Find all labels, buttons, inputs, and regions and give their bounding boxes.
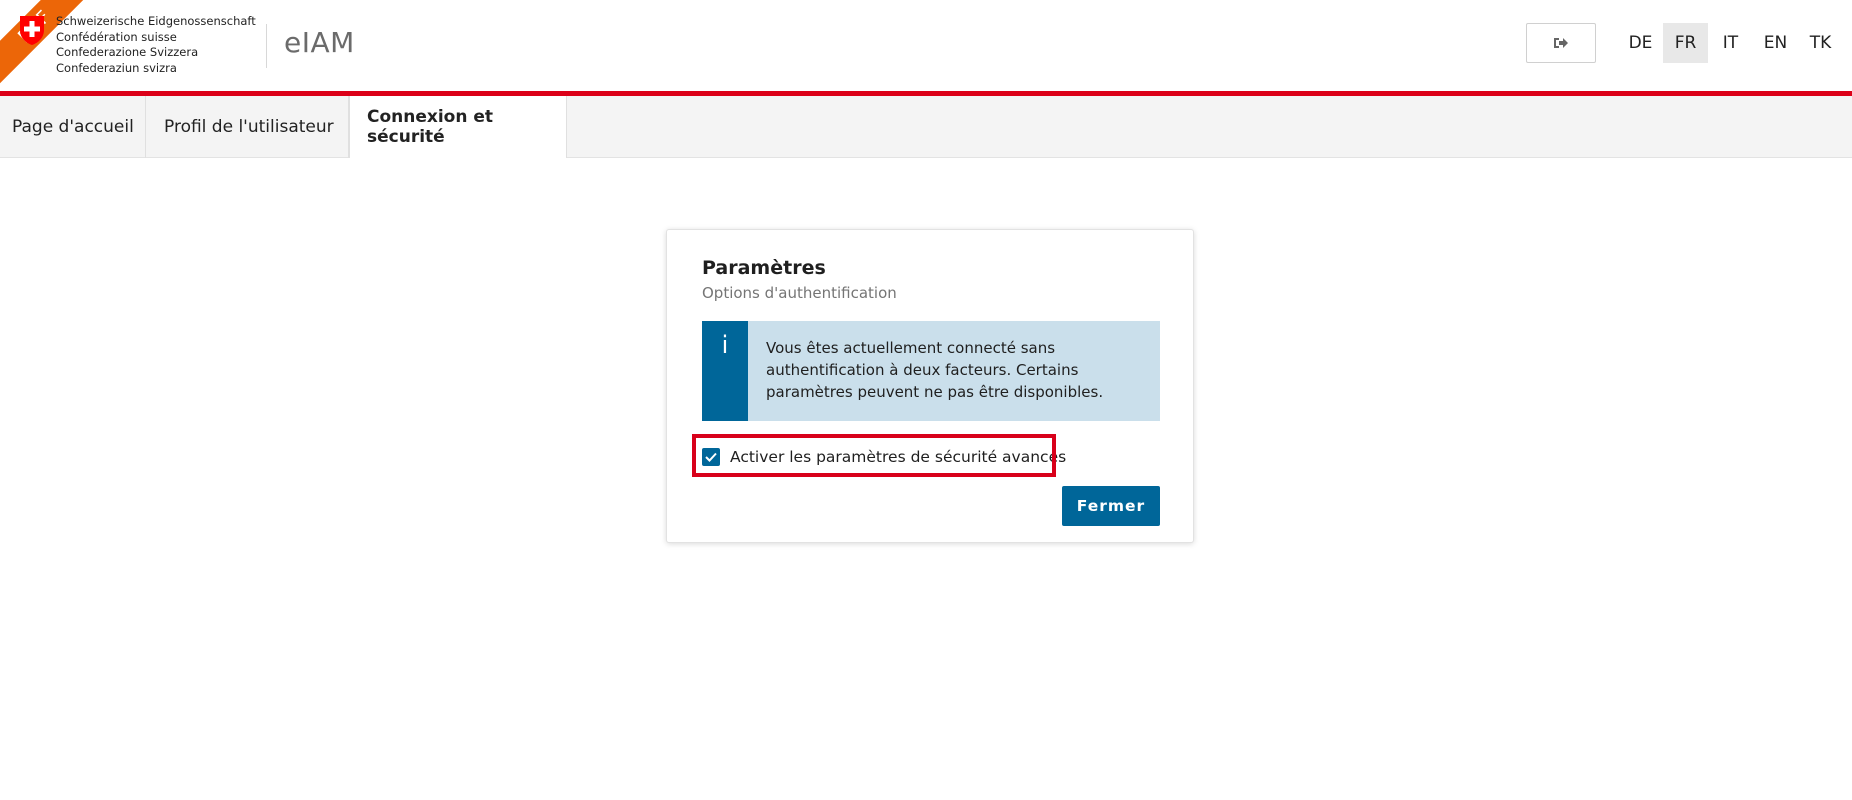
confederation-names: Schweizerische Eidgenossenschaft Confédé…: [56, 14, 256, 76]
main-navigation: Page d'accueil Profil de l'utilisateur C…: [0, 96, 1852, 158]
card-title: Paramètres: [702, 257, 826, 279]
confederation-line-fr: Confédération suisse: [56, 29, 177, 44]
tab-user-profile[interactable]: Profil de l'utilisateur: [146, 96, 349, 158]
brand-divider: [266, 24, 267, 68]
lang-de[interactable]: DE: [1618, 23, 1663, 63]
tab-login-security[interactable]: Connexion et sécurité: [349, 96, 567, 158]
confederation-line-it: Confederazione Svizzera: [56, 45, 199, 60]
close-button[interactable]: Fermer: [1062, 486, 1160, 526]
info-notice: i Vous êtes actuellement connecté sans a…: [702, 321, 1160, 421]
info-message: Vous êtes actuellement connecté sans aut…: [766, 339, 1104, 401]
confederation-line-rm: Confederaziun svizra: [56, 60, 177, 75]
confederation-line-de: Schweizerische Eidgenossenschaft: [56, 14, 256, 28]
settings-card: Paramètres Options d'authentification i …: [666, 229, 1194, 543]
language-switcher: DE FR IT EN TK: [1618, 23, 1843, 63]
app-name: eIAM: [284, 26, 355, 59]
logout-icon: [1554, 38, 1568, 48]
lang-en[interactable]: EN: [1753, 23, 1798, 63]
lang-fr[interactable]: FR: [1663, 23, 1708, 63]
info-icon: i: [702, 321, 748, 421]
tab-home[interactable]: Page d'accueil: [0, 96, 146, 158]
logout-button[interactable]: [1526, 23, 1596, 63]
swiss-crest-icon: [20, 16, 44, 45]
lang-it[interactable]: IT: [1708, 23, 1753, 63]
card-subtitle: Options d'authentification: [702, 284, 897, 302]
header: REF Schweizerische Eidgenossenschaft Con…: [0, 0, 1852, 91]
lang-tk[interactable]: TK: [1798, 23, 1843, 63]
highlight-annotation: [692, 434, 1056, 477]
